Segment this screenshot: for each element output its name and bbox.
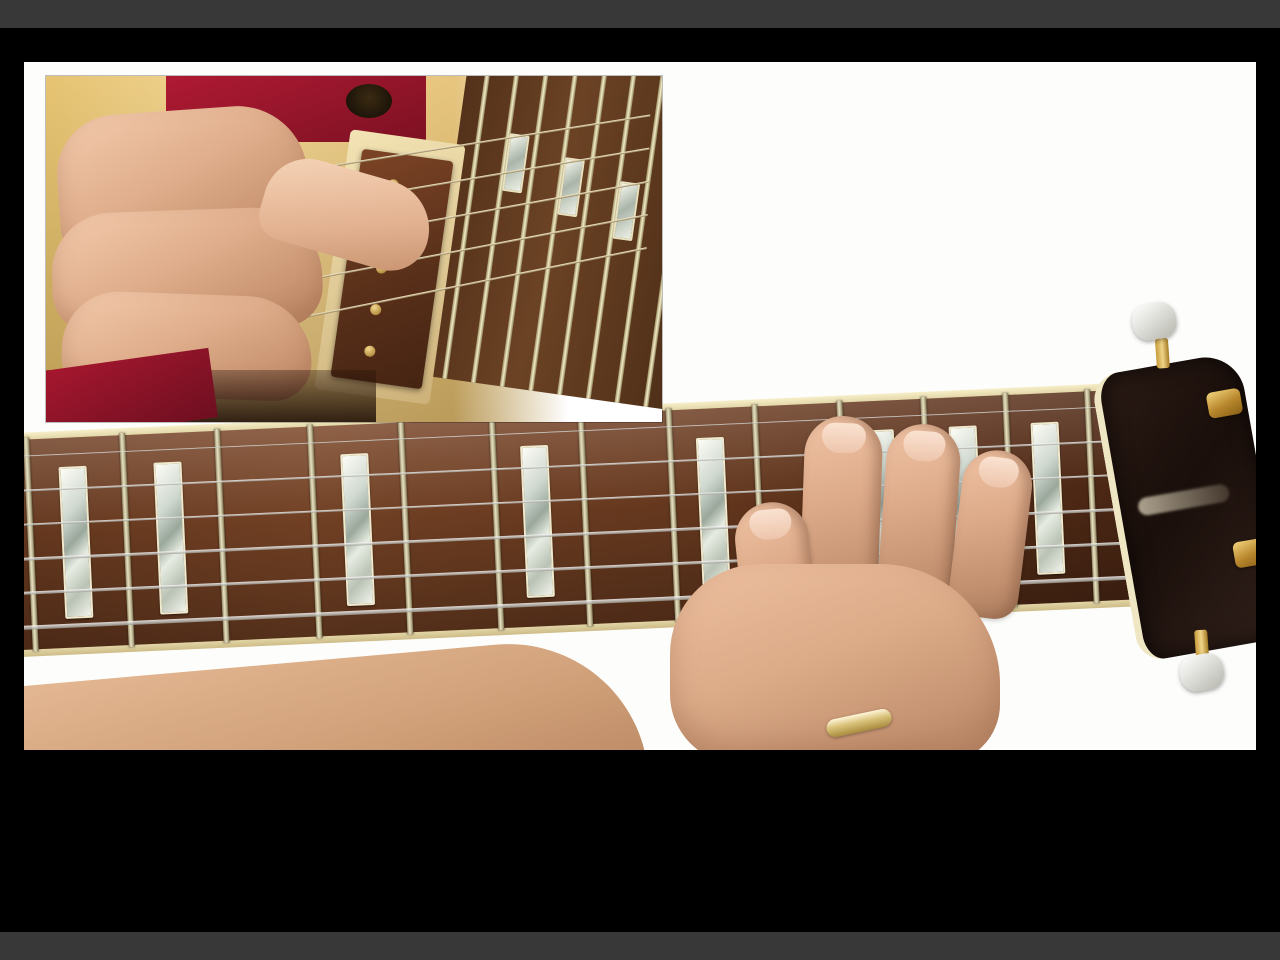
fret (306, 424, 323, 639)
top-chrome-bar (0, 0, 1280, 28)
fret (488, 416, 505, 631)
fret (213, 428, 230, 643)
fingernail (902, 429, 947, 463)
picture-in-picture-inset[interactable] (46, 76, 662, 422)
fret (119, 433, 135, 648)
fret (24, 437, 39, 652)
video-stage[interactable] (24, 62, 1256, 750)
player-controls: 9:34 / 16:29 (0, 750, 1280, 932)
fingernail (977, 455, 1020, 490)
fret (577, 412, 594, 627)
fretting-hand (644, 414, 1064, 750)
headstock-logo (1136, 482, 1231, 517)
tuner-gear (1205, 387, 1244, 420)
fret (398, 420, 414, 635)
tuner-post (1154, 337, 1170, 369)
player-app: 9:34 / 16:29 (0, 0, 1280, 960)
fingernail (748, 507, 793, 542)
tuner-gear (1231, 537, 1256, 569)
fingernail (821, 422, 867, 454)
bottom-chrome-bar (0, 932, 1280, 960)
